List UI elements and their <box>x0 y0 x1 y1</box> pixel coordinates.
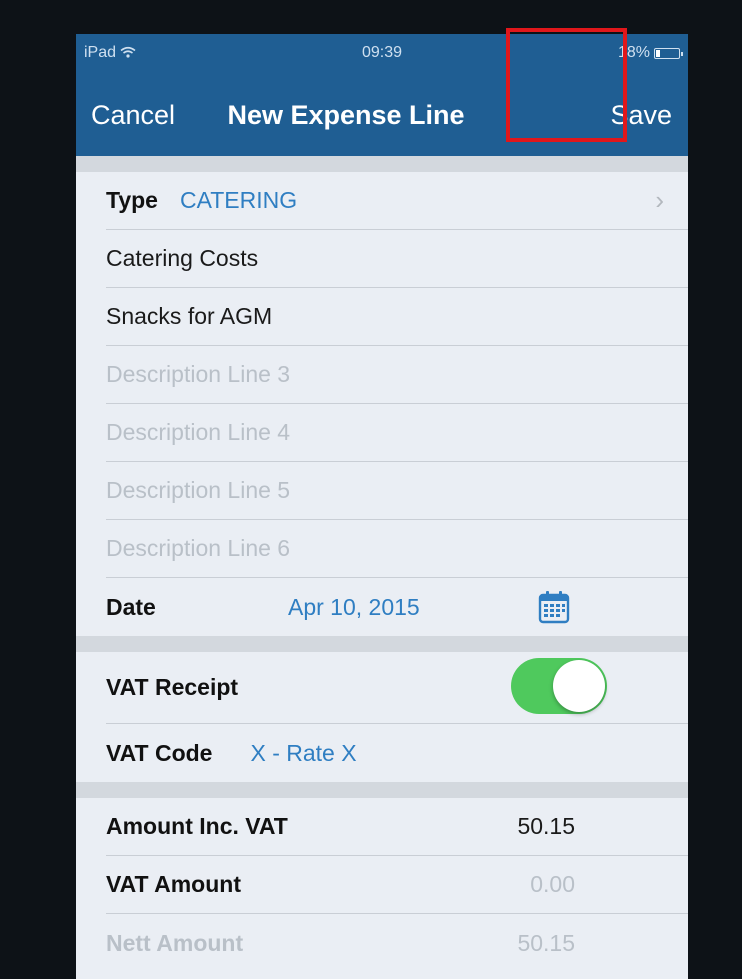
description-line-2[interactable]: Snacks for AGM <box>106 288 688 346</box>
section-spacer <box>76 156 688 172</box>
vat-amount-value: 0.00 <box>530 871 575 897</box>
date-value[interactable]: Apr 10, 2015 <box>288 594 420 621</box>
amount-inc-vat-row[interactable]: Amount Inc. VAT 50.15 <box>106 798 688 856</box>
description-line-3-placeholder: Description Line 3 <box>106 361 291 387</box>
vat-code-row[interactable]: VAT Code X - Rate X <box>106 724 688 782</box>
vat-receipt-toggle[interactable] <box>511 658 607 714</box>
description-line-3[interactable]: Description Line 3 <box>106 346 688 404</box>
description-line-4[interactable]: Description Line 4 <box>106 404 688 462</box>
vat-amount-label: VAT Amount <box>106 871 241 897</box>
amount-inc-vat-label: Amount Inc. VAT <box>106 813 288 839</box>
device-screen: iPad 09:39 18% Cancel New Expense Line S… <box>76 34 688 979</box>
save-highlight-box <box>506 28 627 142</box>
date-label: Date <box>106 593 156 620</box>
amount-inc-vat-value: 50.15 <box>517 813 575 839</box>
calendar-icon[interactable] <box>538 590 570 624</box>
type-row[interactable]: Type CATERING › <box>106 172 688 230</box>
description-line-5[interactable]: Description Line 5 <box>106 462 688 520</box>
description-line-6-placeholder: Description Line 6 <box>106 535 291 561</box>
vat-code-label: VAT Code <box>106 739 213 766</box>
type-value: CATERING <box>179 187 298 213</box>
nett-amount-row: Nett Amount 50.15 <box>106 914 688 972</box>
vat-receipt-label: VAT Receipt <box>106 674 239 700</box>
description-line-1[interactable]: Catering Costs <box>106 230 688 288</box>
description-line-6[interactable]: Description Line 6 <box>106 520 688 578</box>
vat-receipt-row: VAT Receipt <box>106 652 688 724</box>
section-spacer <box>76 782 688 798</box>
type-label: Type <box>106 187 158 213</box>
section-spacer <box>76 636 688 652</box>
description-line-1-value: Catering Costs <box>106 245 259 271</box>
battery-icon <box>654 47 683 59</box>
status-battery: 18% <box>618 44 683 62</box>
vat-code-value: X - Rate X <box>250 739 357 766</box>
nett-amount-value: 50.15 <box>517 929 575 956</box>
nett-amount-label: Nett Amount <box>106 929 244 956</box>
description-line-4-placeholder: Description Line 4 <box>106 419 291 445</box>
toggle-knob <box>553 660 605 712</box>
chevron-right-icon: › <box>655 185 664 215</box>
vat-amount-row[interactable]: VAT Amount 0.00 <box>106 856 688 914</box>
description-line-2-value: Snacks for AGM <box>106 303 273 329</box>
date-row: Date Apr 10, 2015 <box>106 578 688 636</box>
description-line-5-placeholder: Description Line 5 <box>106 477 291 503</box>
battery-fill <box>656 49 661 57</box>
